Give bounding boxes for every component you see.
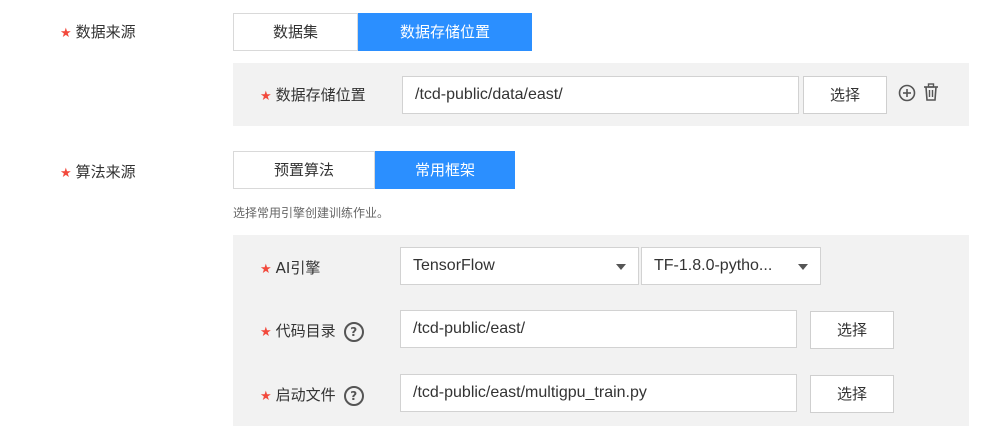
help-icon[interactable]: ? [343, 321, 364, 342]
boot-file-label: ★ 启动文件? [260, 384, 364, 406]
trash-icon[interactable] [922, 83, 940, 102]
option-dataset[interactable]: 数据集 [233, 13, 358, 51]
code-dir-select-button[interactable]: 选择 [810, 311, 894, 349]
required-star: ★ [60, 26, 72, 41]
data-source-label-text: 数据来源 [75, 23, 136, 41]
option-preset-algorithm[interactable]: 预置算法 [233, 151, 375, 189]
data-source-toggle: 数据集 数据存储位置 [233, 13, 532, 51]
ai-engine-label-text: AI引擎 [275, 259, 321, 277]
boot-file-label-text: 启动文件 [275, 386, 336, 404]
required-star: ★ [260, 325, 272, 340]
algorithm-hint: 选择常用引擎创建训练作业。 [233, 206, 390, 220]
code-dir-label: ★ 代码目录? [260, 320, 364, 342]
required-star: ★ [60, 166, 72, 181]
chevron-down-icon [798, 264, 808, 270]
required-star: ★ [260, 89, 272, 104]
required-star: ★ [260, 262, 272, 277]
boot-file-input[interactable]: /tcd-public/east/multigpu_train.py [400, 374, 797, 412]
storage-select-button[interactable]: 选择 [803, 76, 887, 114]
algorithm-source-toggle: 预置算法 常用框架 [233, 151, 515, 189]
option-data-storage[interactable]: 数据存储位置 [358, 13, 532, 51]
option-common-framework[interactable]: 常用框架 [375, 151, 515, 189]
help-icon[interactable]: ? [343, 385, 364, 406]
algorithm-source-label-text: 算法来源 [75, 163, 136, 181]
code-dir-input[interactable]: /tcd-public/east/ [400, 310, 797, 348]
engine-version-value: TF-1.8.0-pytho... [654, 257, 773, 274]
ai-engine-label: ★ AI引擎 [260, 257, 320, 278]
add-circle-icon[interactable] [898, 84, 916, 102]
chevron-down-icon [616, 264, 626, 270]
storage-label-text: 数据存储位置 [275, 86, 366, 104]
engine-version-select[interactable]: TF-1.8.0-pytho... [641, 247, 821, 285]
boot-file-select-button[interactable]: 选择 [810, 375, 894, 413]
algorithm-source-label: ★ 算法来源 [60, 161, 136, 182]
data-source-label: ★ 数据来源 [60, 21, 136, 42]
required-star: ★ [260, 389, 272, 404]
storage-path-input[interactable]: /tcd-public/data/east/ [402, 76, 799, 114]
code-dir-label-text: 代码目录 [275, 322, 336, 340]
storage-label: ★ 数据存储位置 [260, 84, 366, 105]
ai-engine-select[interactable]: TensorFlow [400, 247, 639, 285]
ai-engine-value: TensorFlow [413, 257, 495, 274]
